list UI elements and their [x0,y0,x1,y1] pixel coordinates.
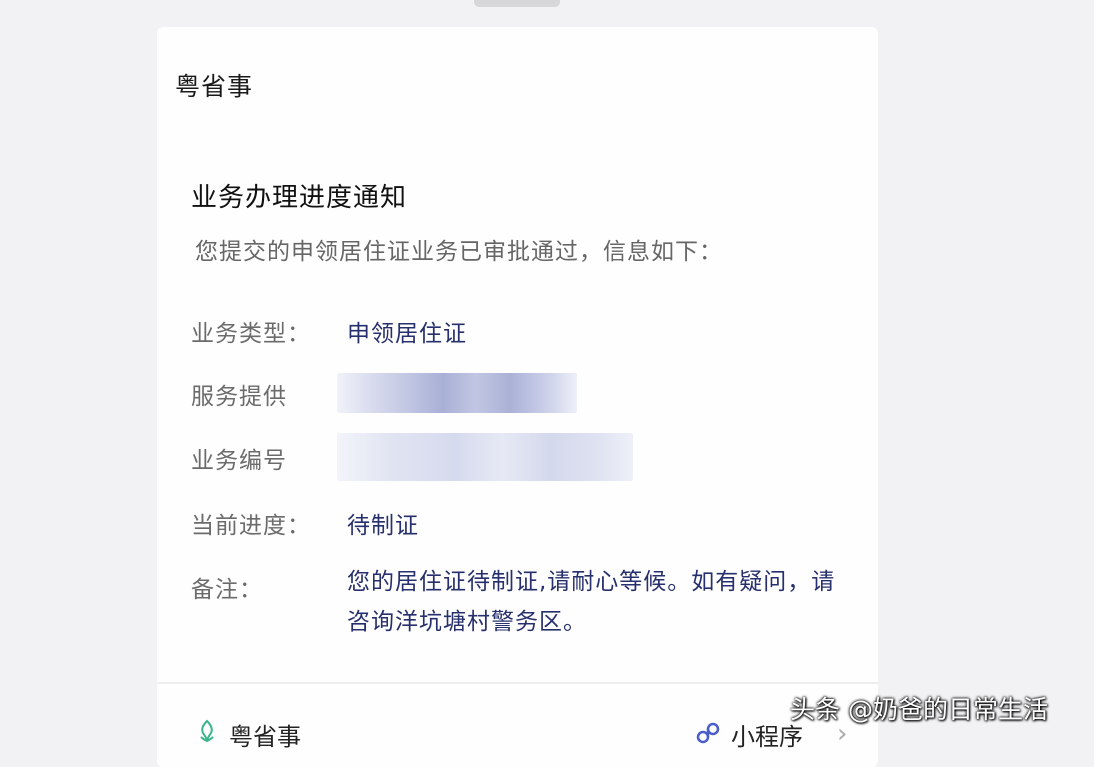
yueshengshi-logo-icon [200,719,214,743]
field-label: 服务提供 [191,384,287,410]
field-label: 当前进度： [191,513,311,539]
field-value: 您的居住证待制证,请耐心等候。如有疑问，请咨询洋坑塘村警务区。 [347,569,836,635]
field-label: 业务编号 [191,448,287,474]
field-value: 待制证 [347,513,419,539]
redacted-value [337,433,633,481]
redacted-value [337,373,577,413]
notice-description: 您提交的申领居住证业务已审批通过，信息如下： [195,239,723,265]
field-label: 备注： [191,577,263,603]
notification-card: 粤省事 业务办理进度通知 您提交的申领居住证业务已审批通过，信息如下： 业务类型… [157,27,878,767]
notice-title: 业务办理进度通知 [191,183,408,213]
field-value: 申领居住证 [347,321,467,347]
field-label: 业务类型： [191,321,311,347]
card-app-name: 粤省事 [175,72,254,101]
footer-divider [157,682,878,684]
watermark: 头条 @奶爸的日常生活 [790,695,1048,724]
footer-app-name: 粤省事 [229,723,301,751]
mini-program-icon [696,722,720,744]
top-drag-handle[interactable] [474,0,560,7]
